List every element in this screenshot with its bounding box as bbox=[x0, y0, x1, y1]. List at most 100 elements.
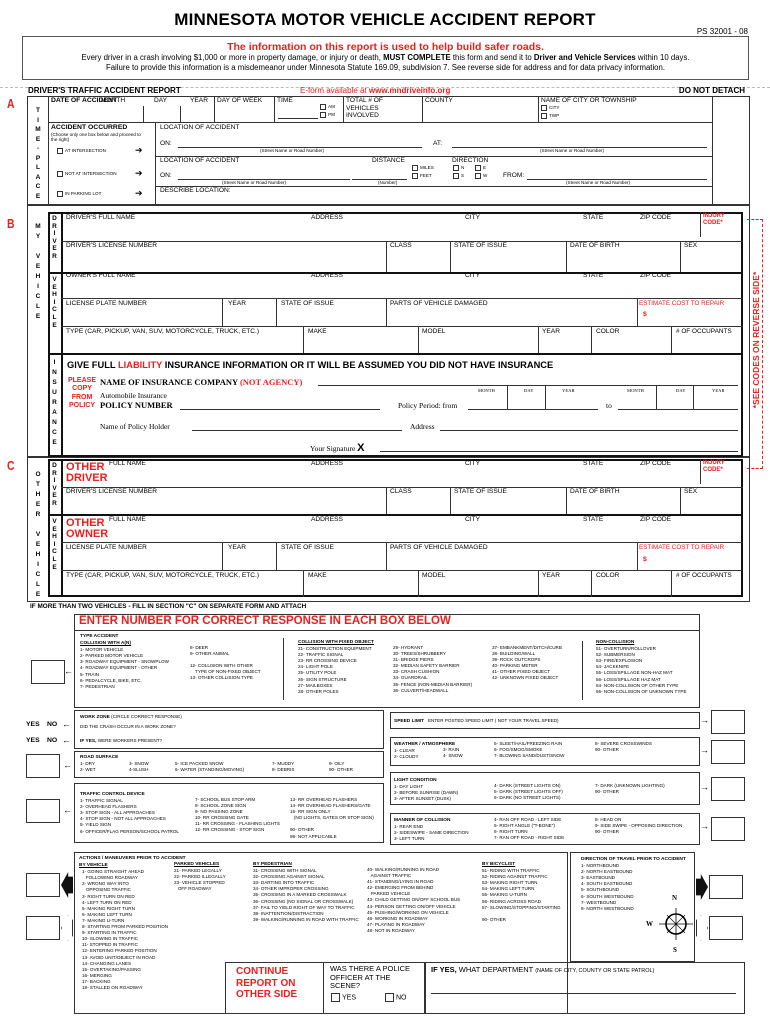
weather-entry[interactable] bbox=[711, 740, 745, 764]
injury-code-label[interactable]: INJURY CODE* bbox=[703, 213, 738, 226]
policy-number-field[interactable] bbox=[180, 409, 380, 410]
in-parking-lot-checkbox[interactable]: IN PARKING LOT bbox=[57, 191, 101, 197]
year-label[interactable]: YEAR bbox=[228, 300, 246, 307]
sex-label[interactable]: SEX bbox=[684, 242, 697, 249]
other-type-label[interactable]: TYPE (CAR, PICKUP, VAN, SUV, MOTORCYCLE,… bbox=[66, 572, 259, 579]
state-of-issue-label[interactable]: STATE OF ISSUE bbox=[454, 242, 507, 249]
twp-checkbox[interactable]: TWP bbox=[541, 113, 559, 119]
other-color-label[interactable]: COLOR bbox=[596, 572, 619, 579]
zip-label[interactable]: ZIP CODE bbox=[640, 214, 671, 221]
type-accident-entry[interactable] bbox=[31, 660, 65, 684]
time-field[interactable] bbox=[278, 118, 318, 119]
eform-link[interactable]: www.mndriveinfo.org bbox=[369, 86, 450, 95]
city-checkbox[interactable]: CITY bbox=[541, 105, 559, 111]
n-checkbox[interactable]: N bbox=[453, 165, 464, 171]
road-surface-entry[interactable] bbox=[26, 754, 60, 778]
class-label[interactable]: CLASS bbox=[390, 242, 412, 249]
e-checkbox[interactable]: E bbox=[475, 165, 486, 171]
weather-col-2: 3- RAIN 4- SNOW bbox=[443, 747, 463, 759]
owner-state-label[interactable]: STATE bbox=[583, 272, 603, 279]
vehicle-year-label[interactable]: YEAR bbox=[542, 328, 560, 335]
side-letter: R bbox=[52, 222, 57, 230]
occupants-label[interactable]: # OF OCCUPANTS bbox=[676, 328, 732, 335]
speed-limit-entry[interactable] bbox=[711, 710, 745, 734]
city-label[interactable]: CITY bbox=[465, 214, 480, 221]
signature-field[interactable] bbox=[380, 451, 738, 452]
am-checkbox[interactable]: AM bbox=[320, 104, 335, 110]
policy-holder-field[interactable] bbox=[192, 430, 402, 431]
license-number-label[interactable]: DRIVER'S LICENSE NUMBER bbox=[66, 242, 157, 249]
other-city-label[interactable]: CITY bbox=[465, 460, 480, 467]
traffic-control-entry[interactable] bbox=[26, 799, 60, 823]
other-parts-label[interactable]: PARTS OF VEHICLE DAMAGED bbox=[390, 544, 488, 551]
police-yes-checkbox[interactable]: YES bbox=[331, 993, 356, 1002]
other-estimate-label[interactable]: ESTIMATE COST TO REPAIR bbox=[639, 544, 724, 551]
side-letter: R bbox=[52, 252, 57, 260]
parts-damaged-label[interactable]: PARTS OF VEHICLE DAMAGED bbox=[390, 300, 488, 307]
drivers-full-name-label[interactable]: DRIVER'S FULL NAME bbox=[66, 214, 135, 221]
my-vehicle-action-entry[interactable] bbox=[26, 873, 60, 897]
other-vstate-label[interactable]: STATE OF ISSUE bbox=[281, 544, 334, 551]
other-vehicle-action-entry[interactable] bbox=[26, 916, 60, 940]
state-of-issue-label[interactable]: STATE OF ISSUE bbox=[281, 300, 334, 307]
other-make-label[interactable]: MAKE bbox=[308, 572, 327, 579]
light-entry[interactable] bbox=[711, 777, 745, 801]
other-year-label[interactable]: YEAR bbox=[228, 544, 246, 551]
wz-no-2[interactable]: NO bbox=[47, 737, 57, 744]
ins-address-field[interactable] bbox=[440, 430, 738, 431]
plate-label[interactable]: LICENSE PLATE NUMBER bbox=[66, 300, 147, 307]
address-label[interactable]: ADDRESS bbox=[311, 214, 343, 221]
color-label[interactable]: COLOR bbox=[596, 328, 619, 335]
other-full-name-label[interactable]: FULL NAME bbox=[109, 460, 146, 467]
make-label[interactable]: MAKE bbox=[308, 328, 327, 335]
other-owner-city-label[interactable]: CITY bbox=[465, 516, 480, 523]
other-owner-name-label[interactable]: FULL NAME bbox=[109, 516, 146, 523]
vehicle-type-label[interactable]: TYPE (CAR, PICKUP, VAN, SUV, MOTORCYCLE,… bbox=[66, 328, 259, 335]
side-letter: H bbox=[35, 491, 41, 498]
policy-from-field[interactable] bbox=[468, 409, 598, 410]
owner-address-label[interactable]: ADDRESS bbox=[311, 272, 343, 279]
insurance-company-field[interactable] bbox=[318, 385, 738, 386]
w-checkbox[interactable]: W bbox=[475, 173, 487, 179]
other-zip-label[interactable]: ZIP CODE bbox=[640, 460, 671, 467]
wz-no-1[interactable]: NO bbox=[47, 721, 57, 728]
other-vehicle-direction-entry[interactable] bbox=[709, 916, 743, 940]
wz-yes-1[interactable]: YES bbox=[26, 721, 40, 728]
other-dob-label[interactable]: DATE OF BIRTH bbox=[570, 488, 620, 495]
other-state-of-issue-label[interactable]: STATE OF ISSUE bbox=[454, 488, 507, 495]
s-checkbox[interactable]: S bbox=[453, 173, 464, 179]
other-sex-label[interactable]: SEX bbox=[684, 488, 697, 495]
estimate-label[interactable]: ESTIMATE COST TO REPAIR bbox=[639, 300, 724, 307]
other-owner-address-label[interactable]: ADDRESS bbox=[311, 516, 343, 523]
policy-to-field[interactable] bbox=[618, 409, 738, 410]
other-model-label[interactable]: MODEL bbox=[422, 572, 445, 579]
owner-zip-label[interactable]: ZIP CODE bbox=[640, 272, 671, 279]
other-license-label[interactable]: DRIVER'S LICENSE NUMBER bbox=[66, 488, 157, 495]
other-owner-state-label[interactable]: STATE bbox=[583, 516, 603, 523]
pm-checkbox[interactable]: PM bbox=[320, 112, 335, 118]
state-label[interactable]: STATE bbox=[583, 214, 603, 221]
at-intersection-checkbox[interactable]: AT INTERSECTION bbox=[57, 148, 106, 154]
other-vyear-label[interactable]: YEAR bbox=[542, 572, 560, 579]
my-vehicle-direction-entry[interactable] bbox=[709, 875, 743, 899]
model-label[interactable]: MODEL bbox=[422, 328, 445, 335]
other-occupants-label[interactable]: # OF OCCUPANTS bbox=[676, 572, 732, 579]
feet-checkbox[interactable]: FEET bbox=[412, 173, 432, 179]
other-plate-label[interactable]: LICENSE PLATE NUMBER bbox=[66, 544, 147, 551]
other-class-label[interactable]: CLASS bbox=[390, 488, 412, 495]
other-owner-zip-label[interactable]: ZIP CODE bbox=[640, 516, 671, 523]
owners-full-name-label[interactable]: OWNER'S FULL NAME bbox=[66, 272, 136, 279]
wz-yes-2[interactable]: YES bbox=[26, 737, 40, 744]
other-state-label[interactable]: STATE bbox=[583, 460, 603, 467]
police-no-checkbox[interactable]: NO bbox=[385, 993, 407, 1002]
manner-entry[interactable] bbox=[711, 817, 745, 841]
my-vehicle-arrow-icon bbox=[61, 872, 73, 898]
dob-label[interactable]: DATE OF BIRTH bbox=[570, 242, 620, 249]
other-injury-code-label[interactable]: INJURY CODE* bbox=[703, 460, 738, 473]
miles-checkbox[interactable]: MILES bbox=[412, 165, 434, 171]
other-address-label[interactable]: ADDRESS bbox=[311, 460, 343, 467]
owner-city-label[interactable]: CITY bbox=[465, 272, 480, 279]
side-letter: L bbox=[36, 303, 40, 310]
not-at-intersection-checkbox[interactable]: NOT AT INTERSECTION bbox=[57, 171, 117, 177]
department-field[interactable] bbox=[431, 993, 736, 994]
